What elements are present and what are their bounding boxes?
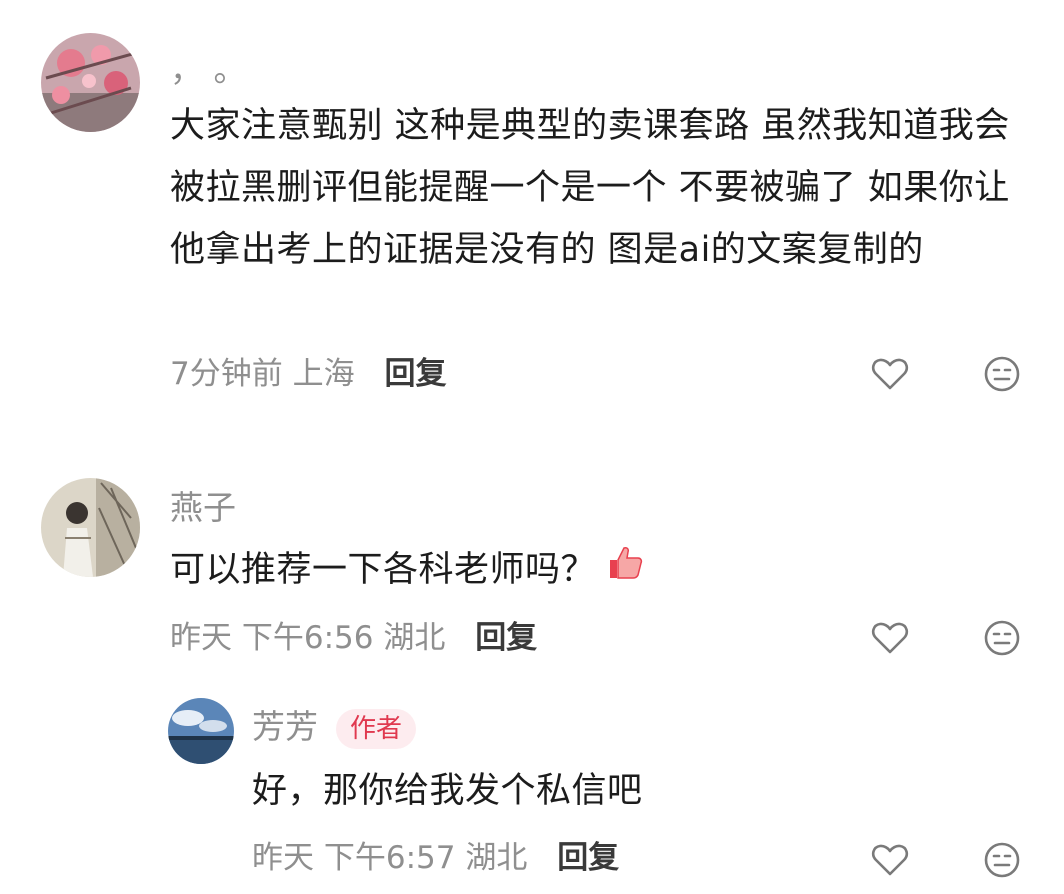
comment-meta: 昨天 下午6:57 湖北 回复	[252, 838, 619, 878]
meh-face-icon[interactable]	[982, 354, 1022, 394]
reply-username-row: 芳芳 作者	[252, 707, 417, 749]
username[interactable]: 燕子	[170, 488, 236, 528]
comment-time: 昨天 下午6:57	[252, 840, 456, 876]
reply-button[interactable]: 回复	[475, 620, 537, 656]
comment-text: 可以推荐一下各科老师吗？	[170, 550, 597, 590]
avatar[interactable]	[41, 33, 140, 132]
heart-icon[interactable]	[870, 618, 910, 658]
author-badge: 作者	[336, 708, 417, 749]
username[interactable]: 芳芳	[252, 707, 318, 746]
comment-time: 昨天 下午6:56	[170, 620, 374, 656]
heart-icon[interactable]	[870, 354, 910, 394]
comment-location: 湖北	[465, 840, 528, 876]
thumbs-up-emoji	[606, 540, 644, 602]
reply-button[interactable]: 回复	[557, 840, 619, 876]
comment-text-row: 可以推荐一下各科老师吗？	[170, 539, 1025, 602]
avatar[interactable]	[41, 478, 140, 577]
meh-face-icon[interactable]	[982, 618, 1022, 658]
comment-text: 大家注意甄别 这种是典型的卖课套路 虽然我知道我会被拉黑删评但能提醒一个是一个 …	[170, 106, 1010, 270]
reply-button[interactable]: 回复	[384, 356, 446, 392]
avatar[interactable]	[168, 698, 234, 764]
username[interactable]: ， 。	[170, 50, 247, 90]
comment-location: 湖北	[383, 620, 446, 656]
comment-location: 上海	[292, 356, 355, 392]
comment-text: 好，那你给我发个私信吧	[252, 771, 643, 811]
meh-face-icon[interactable]	[982, 840, 1022, 880]
comment-meta: 昨天 下午6:56 湖北 回复	[170, 618, 537, 658]
heart-icon[interactable]	[870, 840, 910, 880]
comments-page: ， 。 大家注意甄别 这种是典型的卖课套路 虽然我知道我会被拉黑删评但能提醒一个…	[0, 0, 1064, 894]
comment-meta: 7分钟前 上海 回复	[170, 354, 446, 394]
comment-time: 7分钟前	[170, 356, 283, 392]
